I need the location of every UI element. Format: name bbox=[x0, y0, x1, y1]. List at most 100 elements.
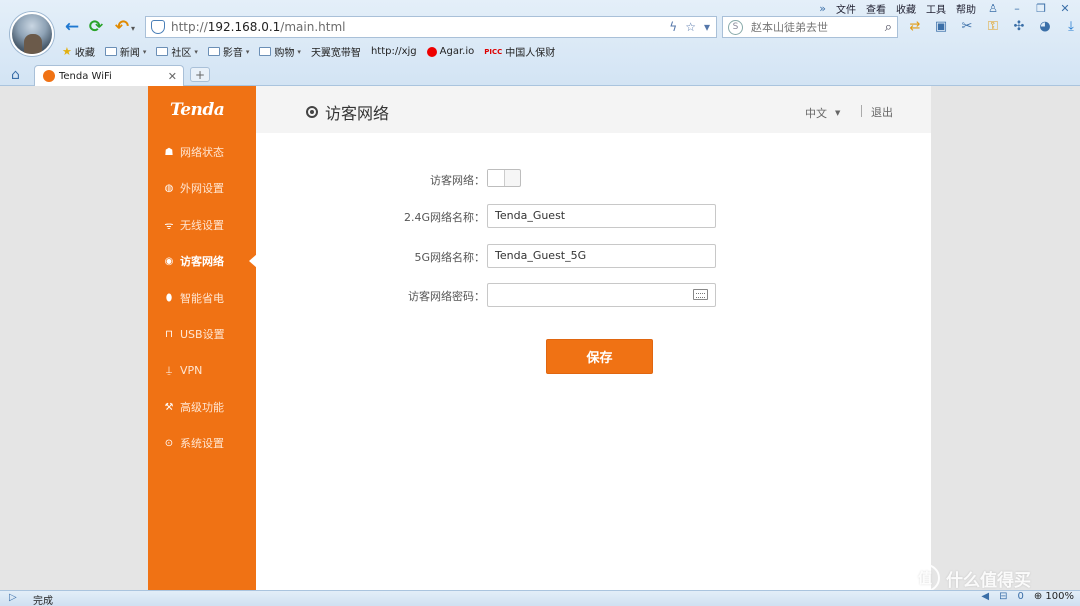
sidebar-item-network-status[interactable]: ☗ 网络状态 bbox=[148, 142, 256, 162]
password-input[interactable] bbox=[487, 283, 716, 307]
toggle-knob bbox=[488, 170, 505, 186]
tab-title: Tenda WiFi bbox=[59, 70, 112, 82]
bookmark-shopping[interactable]: 购物 ▾ bbox=[259, 44, 301, 59]
sidebar-item-vpn[interactable]: ⍊ VPN bbox=[148, 360, 256, 380]
security-shield-icon bbox=[151, 20, 165, 34]
sidebar-item-power-save[interactable]: ⬮ 智能省电 bbox=[148, 288, 256, 308]
power-save-icon: ⬮ bbox=[165, 292, 173, 304]
bookmark-tianyi[interactable]: 天翼宽带智 bbox=[62, 44, 361, 141]
translate-icon[interactable]: ⇄ bbox=[906, 17, 924, 35]
guest-network-toggle[interactable] bbox=[487, 169, 521, 187]
bookmark-community[interactable]: 社区 ▾ bbox=[156, 44, 198, 59]
bookmarks-bar: ★ 收藏 新闻 ▾ 社区 ▾ 影音 ▾ 购物 ▾ 天翼宽带智 http://xjg Aga… bbox=[62, 44, 555, 141]
chevron-down-icon: ▼ bbox=[835, 109, 841, 117]
guest-toggle-label: 访客网络： bbox=[430, 174, 485, 187]
tab-tenda-wifi[interactable]: Tenda WiFi ✕ bbox=[34, 65, 184, 86]
page-title: 访客网络 bbox=[306, 100, 389, 124]
zoom-level[interactable]: ⊕ 100% bbox=[1034, 591, 1074, 602]
bookmark-xjg[interactable]: http://xjg bbox=[62, 46, 417, 141]
favorite-star-icon[interactable]: ☆ bbox=[685, 20, 696, 34]
search-icon[interactable]: ⌕ bbox=[885, 20, 892, 35]
bookmark-media[interactable]: 影音 ▾ bbox=[207, 44, 249, 59]
menu-favorites[interactable]: 收藏 bbox=[896, 1, 916, 16]
password-row: 访客网络密码： bbox=[256, 283, 931, 307]
sidebar: Tenda ☗ 网络状态 ◍ 外网设置 ᯤ 无线设置 ◉ 访客网络 ⬮ 智能省电… bbox=[148, 86, 257, 590]
tenda-favicon-icon bbox=[43, 70, 55, 82]
sidebar-item-advanced[interactable]: ⚒ 高级功能 bbox=[148, 397, 256, 417]
search-engine-icon[interactable]: S bbox=[728, 19, 743, 35]
menu-view[interactable]: 查看 bbox=[866, 1, 886, 16]
sidebar-item-guest-network[interactable]: ◉ 访客网络 bbox=[148, 251, 257, 271]
wifi-icon: ᯤ bbox=[164, 221, 174, 232]
vpn-icon: ⍊ bbox=[166, 364, 172, 376]
globe-icon: ◍ bbox=[164, 182, 174, 194]
logout-link[interactable]: 退出 bbox=[871, 104, 893, 120]
download-icon[interactable]: ⤓ bbox=[1062, 17, 1080, 35]
restore-icon[interactable]: ❐ bbox=[1034, 2, 1048, 15]
language-select[interactable]: 中文 ▼ bbox=[805, 105, 840, 121]
bookmark-favorites[interactable]: ★ 收藏 bbox=[62, 44, 95, 59]
status-count: 0 bbox=[1017, 591, 1024, 602]
back-arrow-icon[interactable]: ← bbox=[62, 17, 82, 37]
password-label: 访客网络密码： bbox=[408, 290, 485, 303]
red-dot-icon bbox=[426, 46, 437, 57]
undo-dropdown-icon[interactable]: ▾ bbox=[131, 24, 135, 33]
sidebar-item-usb[interactable]: ⊓ USB设置 bbox=[148, 324, 256, 344]
screenshot-icon[interactable]: ▣ bbox=[932, 17, 950, 35]
main-content: 访客网络 中文 ▼ 退出 访客网络： 2.4G网络名称： Tenda_Guest… bbox=[256, 86, 931, 590]
menu-tools[interactable]: 工具 bbox=[926, 1, 946, 16]
sidebar-toggle-icon[interactable]: ▷ bbox=[9, 592, 17, 603]
watermark-logo-icon bbox=[912, 564, 940, 592]
close-tab-icon[interactable]: ✕ bbox=[168, 70, 177, 83]
settings-icon: ⊙ bbox=[164, 437, 174, 449]
chat-icon[interactable]: ◕ bbox=[1036, 17, 1054, 35]
close-window-icon[interactable]: ✕ bbox=[1058, 2, 1072, 15]
folder-icon bbox=[259, 47, 272, 56]
sidebar-item-wireless[interactable]: ᯤ 无线设置 bbox=[148, 215, 256, 235]
user-avatar[interactable] bbox=[10, 12, 54, 56]
minimize-icon[interactable]: – bbox=[1010, 2, 1024, 15]
tab-row: ⌂ Tenda WiFi ✕ + bbox=[0, 64, 1080, 86]
watermark: 什么值得买 bbox=[912, 564, 1031, 592]
menu-help[interactable]: 帮助 bbox=[956, 1, 976, 16]
bookmark-agario[interactable]: Agar.io bbox=[426, 46, 474, 57]
search-input[interactable] bbox=[751, 20, 885, 34]
router-page: Tenda ☗ 网络状态 ◍ 外网设置 ᯤ 无线设置 ◉ 访客网络 ⬮ 智能省电… bbox=[0, 86, 1080, 592]
address-bar[interactable]: http://192.168.0.1/main.html ϟ ☆ ▾ bbox=[145, 16, 717, 38]
status-bar: ▷ 完成 ◀ ⊟ 0 ⊕ 100% bbox=[0, 590, 1080, 606]
bookmark-news[interactable]: 新闻 ▾ bbox=[104, 44, 146, 59]
undo-icon[interactable]: ↶ bbox=[112, 17, 132, 37]
toolbar-icons: ⇄ ▣ ✂ ⚿ ✣ ◕ ⤓ bbox=[906, 17, 1080, 35]
folder-icon bbox=[156, 47, 169, 56]
sidebar-item-wan-settings[interactable]: ◍ 外网设置 bbox=[148, 178, 256, 198]
address-dropdown-icon[interactable]: ▾ bbox=[704, 20, 710, 34]
content-header: 访客网络 中文 ▼ 退出 bbox=[256, 86, 931, 133]
keyboard-icon[interactable] bbox=[693, 289, 708, 300]
new-tab-button[interactable]: + bbox=[190, 67, 210, 82]
volume-icon[interactable]: ◀ bbox=[981, 591, 989, 602]
lock-icon[interactable]: ⊟ bbox=[999, 591, 1007, 602]
scissors-icon[interactable]: ✂ bbox=[958, 17, 976, 35]
lightning-icon[interactable]: ϟ bbox=[669, 20, 677, 34]
status-text: 完成 bbox=[33, 596, 53, 606]
sidebar-item-system[interactable]: ⊙ 系统设置 bbox=[148, 433, 256, 453]
ssid5-input[interactable]: Tenda_Guest_5G bbox=[487, 244, 716, 268]
menu-chevron-icon[interactable]: » bbox=[819, 2, 826, 15]
save-button[interactable]: 保存 bbox=[546, 339, 653, 374]
bookmark-picc[interactable]: PICC 中国人保财 bbox=[484, 44, 555, 60]
usb-icon: ⊓ bbox=[165, 328, 173, 340]
refresh-icon[interactable]: ⟳ bbox=[86, 17, 106, 37]
ssid5-label: 5G网络名称： bbox=[414, 251, 485, 264]
skin-icon[interactable]: ♙ bbox=[986, 2, 1000, 15]
tenda-logo: Tenda bbox=[170, 100, 225, 120]
key-icon[interactable]: ⚿ bbox=[984, 17, 1002, 35]
ssid24-input[interactable]: Tenda_Guest bbox=[487, 204, 716, 228]
header-divider bbox=[861, 105, 862, 117]
url-text[interactable]: http://192.168.0.1/main.html bbox=[171, 20, 345, 34]
menu-file[interactable]: 文件 bbox=[836, 1, 856, 16]
guest-toggle-row: 访客网络： bbox=[256, 167, 931, 191]
folder-icon bbox=[207, 47, 220, 56]
home-icon[interactable]: ⌂ bbox=[11, 67, 20, 83]
search-box[interactable]: S ⌕ bbox=[722, 16, 898, 38]
extensions-icon[interactable]: ✣ bbox=[1010, 17, 1028, 35]
